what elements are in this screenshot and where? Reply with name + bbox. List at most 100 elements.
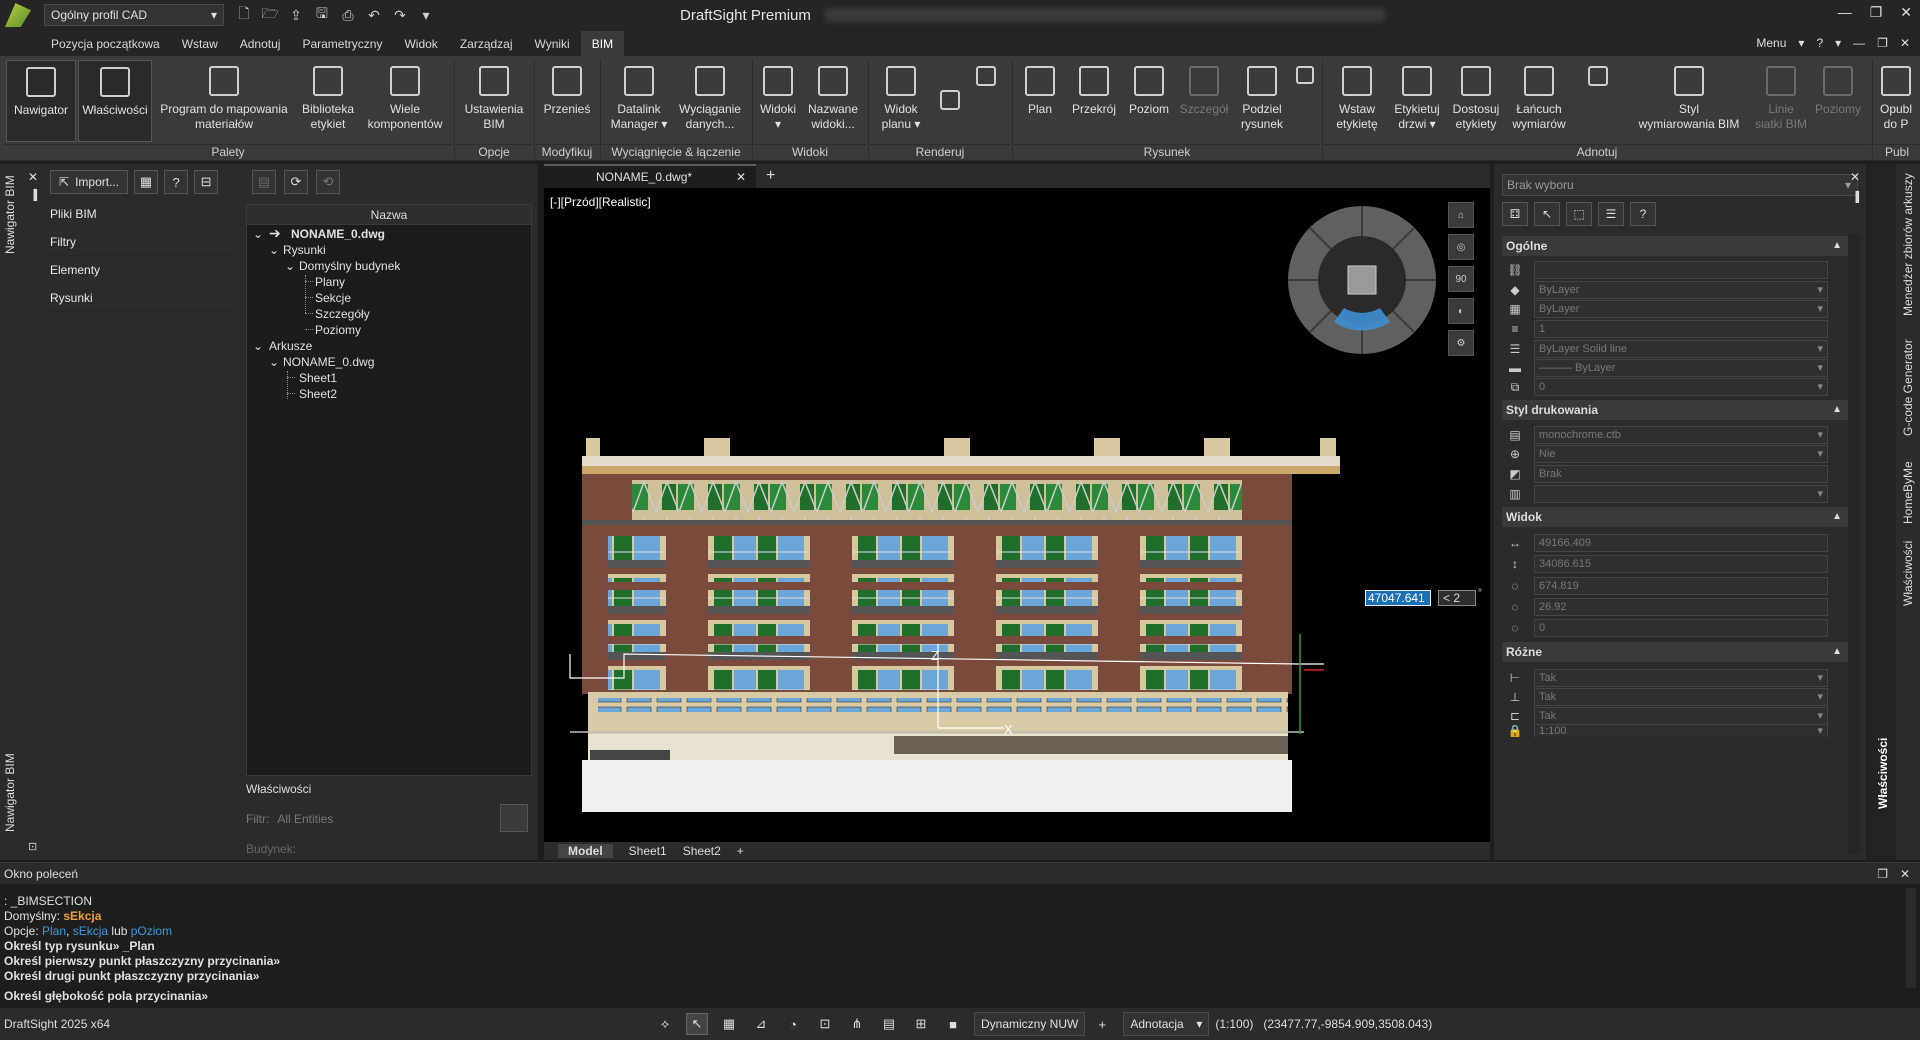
profile-select[interactable]: Ogólny profil CAD ▾ [44, 4, 224, 26]
restore-icon[interactable]: ❐ [1877, 36, 1888, 50]
tab-sheet1[interactable]: Sheet1 [629, 844, 667, 858]
dynamic-ucs-button[interactable]: Dynamiczny NUW [974, 1012, 1086, 1036]
expand-icon[interactable]: ⌄ [269, 243, 279, 257]
prop-print-extra[interactable] [1534, 485, 1828, 503]
properties-scrollbar[interactable] [1848, 234, 1860, 854]
tree-node-rysunki[interactable]: Rysunki [283, 243, 326, 257]
view-label[interactable]: [-][Przód][Realistic] [550, 195, 651, 209]
level-button[interactable]: Poziom [1124, 60, 1174, 142]
esnap-icon[interactable]: ⊡ [814, 1013, 836, 1035]
quick-select-icon[interactable]: ⚃ [1502, 202, 1528, 226]
datalink-manager-button[interactable]: Datalink Manager ▾ [604, 60, 674, 142]
annotation-dropdown[interactable]: Adnotacja ▾ [1123, 1012, 1210, 1036]
tree-node-arkusze-file[interactable]: NONAME_0.dwg [283, 355, 374, 369]
angle-input[interactable]: < 2 [1438, 590, 1476, 606]
publish-button[interactable]: Opubl do P [1876, 60, 1916, 142]
close-icon[interactable]: ✕ [1900, 4, 1912, 21]
help-icon[interactable]: ? [1630, 202, 1656, 226]
dimension-tools-button[interactable] [1574, 60, 1622, 142]
tab-pozycja-poczatkowa[interactable]: Pozycja początkowa [40, 31, 171, 56]
minimize-icon[interactable]: — [1838, 4, 1852, 21]
tree-node-szczegoly[interactable]: Szczegóły [315, 307, 370, 321]
close-icon[interactable]: ✕ [1900, 36, 1910, 50]
help-button[interactable]: ? [1816, 36, 1823, 50]
command-prompt[interactable]: Określ głębokość pola przycinania» [4, 989, 208, 1003]
adjust-labels-button[interactable]: Dostosuj etykiety [1448, 60, 1504, 142]
tab-model[interactable]: Model [558, 844, 613, 858]
settings-icon[interactable]: ▦ [134, 170, 159, 194]
prop-transparency[interactable]: 0 [1534, 378, 1828, 396]
prop-lineweight[interactable]: ——— ByLayer [1534, 359, 1828, 377]
section-styl-drukowania[interactable]: Styl drukowania ▲ [1502, 400, 1848, 420]
prop-scale[interactable]: 1 [1534, 320, 1828, 338]
tree-node-sheet1[interactable]: Sheet1 [299, 371, 337, 385]
add-icon[interactable]: + [1091, 1013, 1113, 1035]
new-file-icon[interactable]: 🗋 [234, 5, 254, 25]
bim-navigator-tab-bottom[interactable]: Nawigator BIM [3, 753, 17, 832]
toggle-pickadd-icon[interactable]: ☰ [1598, 202, 1624, 226]
prop-annotation-scale[interactable]: 1:100 [1534, 725, 1828, 737]
chevron-down-icon[interactable]: ▾ [1835, 36, 1841, 50]
selection-dropdown[interactable]: Brak wyboru ▾ [1502, 174, 1858, 196]
tab-wstaw[interactable]: Wstaw [171, 31, 229, 56]
wlasciwosci-dock-label[interactable]: Właściwości [1876, 738, 1890, 809]
door-label-button[interactable]: Etykietuj drzwi ▾ [1388, 60, 1446, 142]
tab-adnotuj[interactable]: Adnotuj [229, 31, 292, 56]
stop-icon[interactable]: ■ [942, 1013, 964, 1035]
filter-icon[interactable] [500, 804, 528, 832]
prop-center-z[interactable]: 0 [1534, 619, 1828, 637]
close-icon[interactable]: ✕ [736, 170, 746, 184]
levels-button[interactable]: Poziomy [1810, 60, 1866, 142]
homebyme-tab[interactable]: HomeByMe [1901, 461, 1915, 524]
option-sekcja[interactable]: sEkcja [73, 924, 108, 938]
add-sheet-icon[interactable]: + [737, 844, 744, 858]
add-tab-icon[interactable]: + [766, 167, 775, 185]
prop-center-y[interactable]: 26.92 [1534, 598, 1828, 616]
prop-print-style[interactable]: Brak [1534, 465, 1828, 483]
prop-color-value[interactable] [1534, 261, 1828, 279]
panel-bottom-icon[interactable]: ⊡ [28, 840, 37, 853]
section-widok[interactable]: Widok ▲ [1502, 507, 1848, 527]
ortho-icon[interactable]: ⊿ [750, 1013, 772, 1035]
tab-bim[interactable]: BIM [580, 31, 625, 56]
multi-component-button[interactable]: Wiele komponentów [362, 60, 448, 142]
help-button[interactable]: ? [164, 170, 189, 194]
undo-icon[interactable]: ↶ [364, 5, 384, 25]
data-extraction-button[interactable]: Wyciąganie danych... [674, 60, 746, 142]
bim-settings-button[interactable]: Ustawienia BIM [458, 60, 530, 142]
command-history[interactable]: : _BIMSECTION Domyślny: sEkcja Opcje: Pl… [0, 884, 1920, 1008]
close-icon[interactable]: ✕ [1850, 170, 1860, 184]
pin-icon[interactable]: ▐ [1852, 192, 1859, 203]
nav-category-pliki-bim[interactable]: Pliki BIM› [48, 200, 258, 228]
tree-node-arkusze[interactable]: Arkusze [269, 339, 312, 353]
tab-parametryczny[interactable]: Parametryczny [291, 31, 393, 56]
rotate-90-button[interactable]: 90 [1448, 266, 1474, 292]
zoom-icon[interactable]: ◐ [1448, 298, 1474, 324]
document-tab[interactable]: NONAME_0.dwg* ✕ [544, 164, 756, 188]
label-library-button[interactable]: Biblioteka etykiet [296, 60, 360, 142]
polar-icon[interactable]: ◔ [782, 1013, 804, 1035]
dynamic-input-icon[interactable]: ⊞ [910, 1013, 932, 1035]
close-icon[interactable]: ✕ [28, 170, 38, 184]
expand-icon[interactable]: ⌄ [253, 339, 263, 353]
refresh-icon[interactable]: ⟳ [284, 170, 308, 194]
nav-category-elementy[interactable]: Elementy› [48, 256, 258, 284]
gcode-generator-tab[interactable]: G-code Generator [1901, 339, 1915, 436]
nawigator-button[interactable]: Nawigator [6, 60, 76, 142]
option-plan[interactable]: Plan [42, 924, 66, 938]
render-tools-button[interactable] [966, 60, 1006, 142]
minimize-icon[interactable]: — [1853, 36, 1865, 50]
expand-icon[interactable]: ⌄ [253, 227, 263, 241]
sheet-set-manager-tab[interactable]: Menedżer zbiorów arkuszy [1901, 173, 1915, 316]
section-button[interactable]: Przekrój [1066, 60, 1122, 142]
save-icon[interactable]: 🖫 [312, 5, 332, 25]
prop-print-table[interactable]: monochrome.ctb [1534, 426, 1828, 444]
open-folder-icon[interactable]: ⇪ [286, 5, 306, 25]
tree-node-budynek[interactable]: Domyślny budynek [299, 259, 400, 273]
prop-center-x[interactable]: 674.819 [1534, 577, 1828, 595]
material-mapping-button[interactable]: Program do mapowania materiałów [156, 60, 292, 142]
menu-button[interactable]: Menu [1756, 36, 1786, 50]
lineweight-icon[interactable]: ▤ [878, 1013, 900, 1035]
etrack-icon[interactable]: ⋔ [846, 1013, 868, 1035]
section-ogolne[interactable]: Ogólne ▲ [1502, 236, 1848, 256]
